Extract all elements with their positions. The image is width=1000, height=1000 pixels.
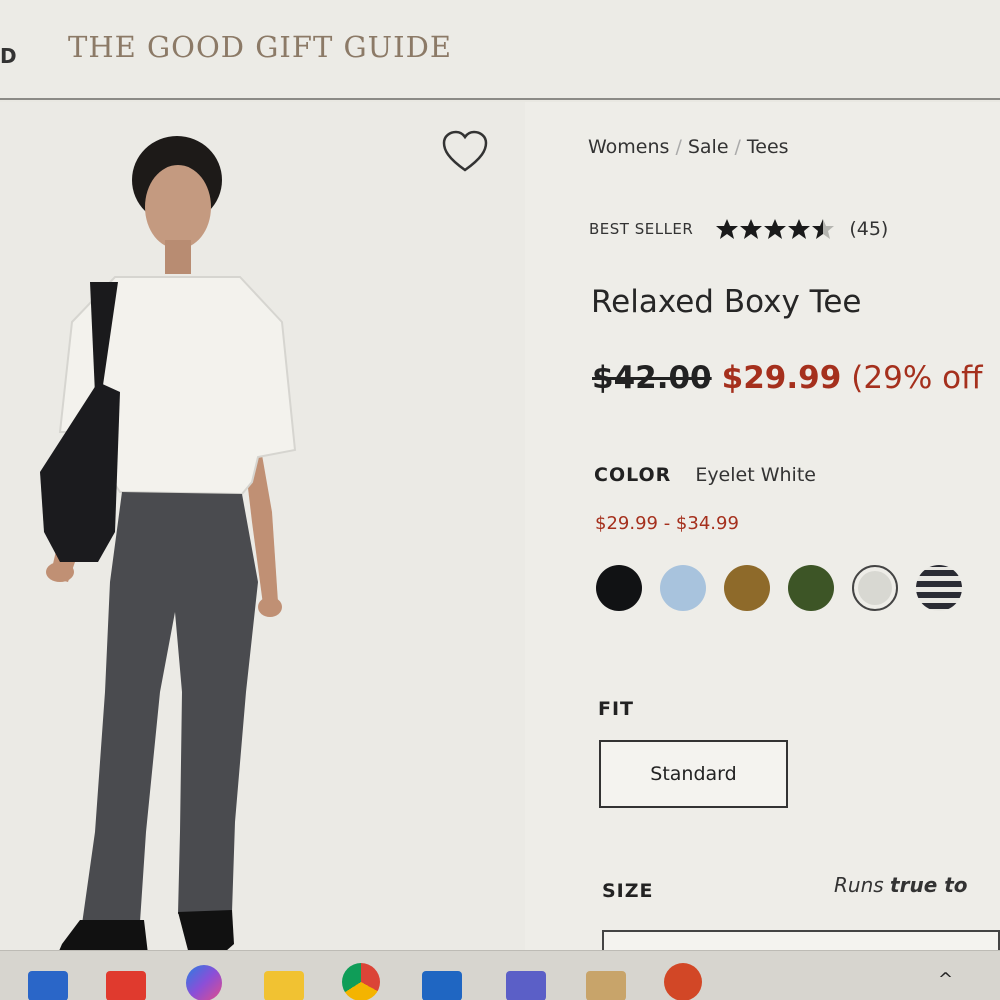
fit-label: FIT bbox=[598, 698, 635, 720]
breadcrumb-separator: / bbox=[734, 136, 741, 158]
copilot-icon[interactable] bbox=[186, 965, 222, 1000]
color-row: COLOR Eyelet White bbox=[594, 464, 816, 486]
price-range: $29.99 - $34.99 bbox=[595, 513, 739, 534]
size-fit-note: Runs true to bbox=[834, 873, 968, 897]
product-image-panel bbox=[0, 102, 525, 958]
selected-color-name: Eyelet White bbox=[695, 464, 816, 486]
breadcrumb-womens[interactable]: Womens bbox=[588, 136, 669, 158]
powerpoint-icon[interactable] bbox=[664, 963, 702, 1000]
original-price: $42.00 bbox=[592, 360, 712, 396]
color-swatch-eyelet-white[interactable] bbox=[852, 565, 898, 611]
nav-item-partial[interactable]: D bbox=[0, 44, 17, 68]
widgets-icon[interactable] bbox=[28, 971, 68, 1000]
chrome-icon[interactable] bbox=[342, 963, 380, 1000]
product-model-image bbox=[40, 136, 297, 958]
price-row: $42.00 $29.99 (29% off bbox=[592, 360, 982, 396]
star-icon bbox=[812, 219, 835, 239]
windows-taskbar: ^ bbox=[0, 950, 1000, 1000]
wishlist-heart-icon[interactable] bbox=[440, 128, 490, 178]
star-rating[interactable] bbox=[715, 218, 835, 240]
media-icon[interactable] bbox=[106, 971, 146, 1000]
star-icon bbox=[764, 219, 787, 239]
color-swatch-navy-stripe[interactable] bbox=[916, 565, 962, 611]
size-note-prefix: Runs bbox=[834, 873, 891, 897]
top-nav-bar: D THE GOOD GIFT GUIDE bbox=[0, 0, 1000, 100]
breadcrumb: Womens / Sale / Tees bbox=[588, 136, 789, 158]
color-swatch-mustard[interactable] bbox=[724, 565, 770, 611]
size-label: SIZE bbox=[602, 880, 654, 902]
file-explorer-icon[interactable] bbox=[264, 971, 304, 1000]
product-details-panel: Womens / Sale / Tees BEST SELLER (45) Relaxe… bbox=[588, 102, 1000, 970]
star-icon bbox=[740, 219, 763, 239]
color-swatches bbox=[596, 565, 980, 611]
rating-row: BEST SELLER (45) bbox=[589, 218, 888, 240]
sale-price: $29.99 bbox=[721, 360, 842, 396]
fit-option-standard[interactable]: Standard bbox=[599, 740, 788, 808]
teams-icon[interactable] bbox=[506, 971, 546, 1000]
color-swatch-light-blue[interactable] bbox=[660, 565, 706, 611]
color-swatch-olive-green[interactable] bbox=[788, 565, 834, 611]
review-count-link[interactable]: (45) bbox=[849, 218, 888, 240]
breadcrumb-sale[interactable]: Sale bbox=[688, 136, 729, 158]
outlook-icon[interactable] bbox=[422, 971, 462, 1000]
star-icon bbox=[788, 219, 811, 239]
star-icon bbox=[716, 219, 739, 239]
best-seller-badge: BEST SELLER bbox=[589, 220, 694, 238]
color-swatch-black[interactable] bbox=[596, 565, 642, 611]
product-page: Womens / Sale / Tees BEST SELLER (45) Relaxe… bbox=[0, 102, 1000, 970]
snipping-tool-icon[interactable] bbox=[586, 971, 626, 1000]
breadcrumb-separator: / bbox=[675, 136, 682, 158]
size-note-bold: true to bbox=[890, 873, 968, 897]
system-tray-chevron-icon[interactable]: ^ bbox=[938, 969, 953, 990]
breadcrumb-tees[interactable]: Tees bbox=[747, 136, 789, 158]
discount-percent: (29% off bbox=[851, 360, 983, 396]
color-label: COLOR bbox=[594, 464, 672, 486]
product-title: Relaxed Boxy Tee bbox=[591, 284, 862, 320]
gift-guide-link[interactable]: THE GOOD GIFT GUIDE bbox=[68, 30, 452, 64]
